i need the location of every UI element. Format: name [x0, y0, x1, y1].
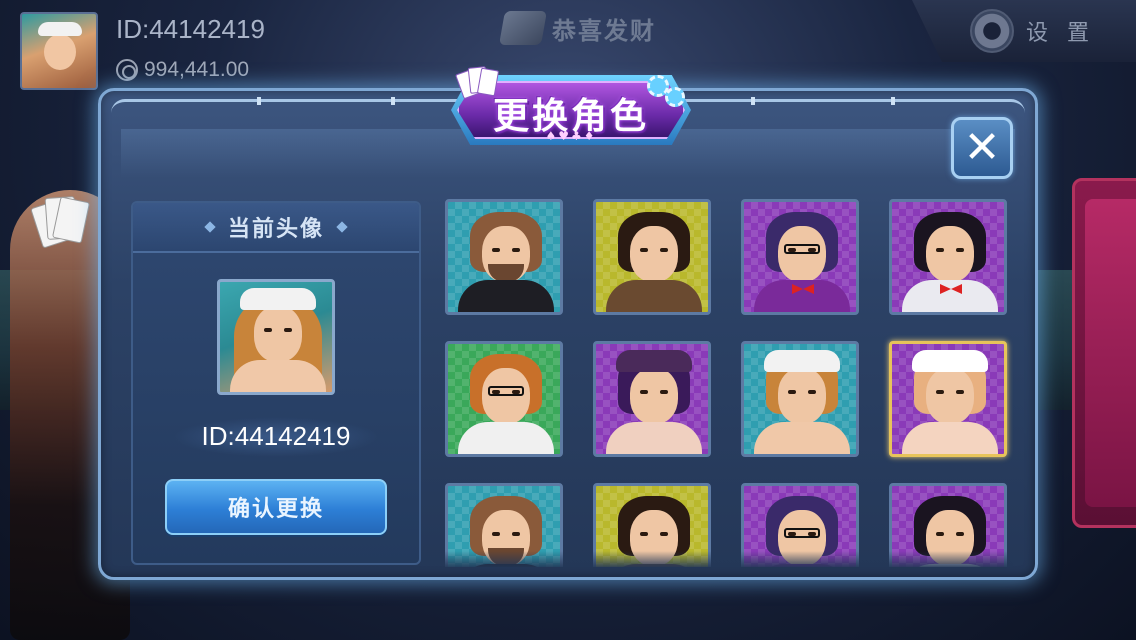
avatar-portrait	[596, 486, 708, 567]
avatar-option-woman-nurse[interactable]	[889, 341, 1007, 457]
avatar-option-man-mandarin-collar[interactable]	[593, 199, 711, 315]
avatar-option-woman-glasses[interactable]	[445, 341, 563, 457]
avatar-option-bearded-man[interactable]	[445, 199, 563, 315]
gear-icon	[970, 9, 1014, 53]
player-avatar[interactable]	[20, 12, 98, 90]
avatar-portrait	[744, 202, 856, 312]
diamond-right-icon	[336, 221, 348, 233]
avatar-portrait	[892, 486, 1004, 567]
avatar-option-man-mandarin-collar-2[interactable]	[593, 483, 711, 567]
coin-balance: 994,441.00	[144, 58, 250, 81]
diamond-left-icon	[204, 221, 216, 233]
current-avatar-panel: 当前头像 ID:44142419 确认更换	[131, 201, 421, 565]
avatar-portrait	[892, 202, 1004, 312]
avatar-option-woman-sailor-hat[interactable]	[741, 341, 859, 457]
player-id: ID:44142419	[116, 14, 265, 44]
avatar-portrait	[744, 486, 856, 567]
avatar-grid	[445, 199, 1013, 567]
avatar-option-man-glasses-cigar-2[interactable]	[741, 483, 859, 567]
settings-button[interactable]: 设 置	[912, 0, 1136, 62]
coin-icon	[116, 59, 138, 81]
avatar-portrait	[448, 344, 560, 454]
current-avatar-title: 当前头像	[227, 217, 324, 242]
current-avatar-id: ID:44142419	[201, 421, 351, 451]
background-playing-cards-icon	[30, 195, 91, 249]
avatar-portrait	[596, 344, 708, 454]
avatar-portrait	[744, 344, 856, 454]
close-button[interactable]: ✕	[951, 117, 1013, 179]
avatar-option-man-tuxedo[interactable]	[889, 199, 1007, 315]
avatar-option-bearded-man-2[interactable]	[445, 483, 563, 567]
current-avatar-image	[217, 279, 335, 395]
settings-label: 设 置	[1026, 21, 1095, 46]
close-icon: ✕	[963, 122, 1001, 173]
avatar-option-woman-officer-cap[interactable]	[593, 341, 711, 457]
avatar-portrait	[448, 202, 560, 312]
player-coins: 994,441.00	[116, 58, 249, 82]
avatar-portrait	[448, 486, 560, 567]
avatar-portrait	[892, 344, 1004, 454]
dialog-title-plaque: 更换角色 ♠♥♣♦	[447, 65, 695, 151]
change-role-dialog: 更换角色 ♠♥♣♦ ✕ 当前头像 ID:44142419 确认更换	[98, 66, 1038, 580]
avatar-option-man-tuxedo-2[interactable]	[889, 483, 1007, 567]
background-side-panel	[1072, 178, 1136, 528]
brand: 恭喜发财	[499, 10, 656, 46]
avatar-portrait	[596, 202, 708, 312]
brand-text: 恭喜发财	[552, 16, 656, 45]
current-avatar-header: 当前头像	[133, 203, 419, 253]
avatar-option-man-glasses-cigar[interactable]	[741, 199, 859, 315]
confirm-change-button[interactable]: 确认更换	[165, 479, 387, 535]
card-suits-icon: ♠♥♣♦	[545, 129, 597, 143]
brand-logo-icon	[499, 11, 547, 45]
